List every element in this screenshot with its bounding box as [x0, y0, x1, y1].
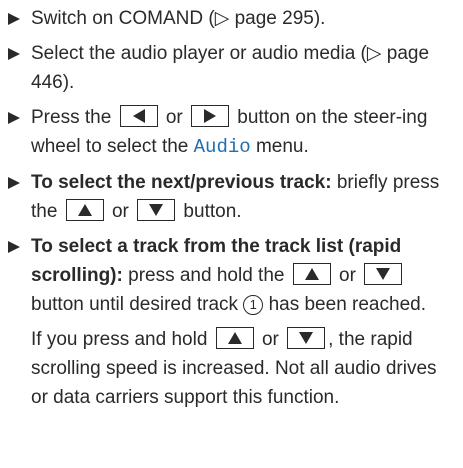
note-text: If you press and hold	[31, 329, 213, 350]
up-arrow-button-icon	[292, 263, 331, 285]
or-text: or	[256, 329, 285, 350]
step-text: button until desired track	[31, 294, 244, 315]
or-text: or	[160, 107, 188, 128]
step-switch-on-comand: Switch on COMAND (▷ page 295).	[6, 4, 457, 33]
step-bullet-icon	[8, 112, 20, 124]
step-text: menu.	[250, 136, 309, 157]
step-text: button.	[178, 201, 242, 222]
step-text: Select the audio player or audio media (…	[31, 43, 430, 93]
step-rapid-scrolling: To select a track from the track list (r…	[6, 232, 457, 319]
track-callout-number: 1	[243, 295, 264, 315]
down-arrow-button-icon	[137, 199, 176, 221]
right-arrow-button-icon	[191, 105, 229, 127]
step-text: Switch on COMAND (▷ page 295).	[31, 8, 326, 29]
rapid-scrolling-note: If you press and hold or , the rapid scr…	[6, 325, 457, 412]
step-bullet-icon	[8, 13, 20, 25]
up-arrow-button-icon	[65, 199, 104, 221]
step-text: Press the	[31, 107, 117, 128]
up-arrow-button-icon	[215, 327, 254, 349]
down-arrow-button-icon	[287, 327, 326, 349]
step-bullet-icon	[8, 241, 20, 253]
step-select-audio-player: Select the audio player or audio media (…	[6, 39, 457, 97]
or-text: or	[333, 265, 362, 286]
audio-menu-label: Audio	[193, 136, 251, 158]
or-text: or	[106, 201, 135, 222]
left-arrow-button-icon	[119, 105, 158, 127]
step-next-previous-track: To select the next/previous track: brief…	[6, 168, 457, 226]
step-bullet-icon	[8, 48, 20, 60]
step-select-audio-menu: Press the or button on the steer-ing whe…	[6, 103, 457, 162]
down-arrow-button-icon	[364, 263, 403, 285]
manual-page: Switch on COMAND (▷ page 295). Select th…	[0, 0, 463, 468]
step-text: has been reached.	[263, 294, 426, 315]
step-heading: To select the next/previous track:	[31, 172, 332, 193]
step-bullet-icon	[8, 177, 20, 189]
step-text: press and hold the	[122, 265, 290, 286]
